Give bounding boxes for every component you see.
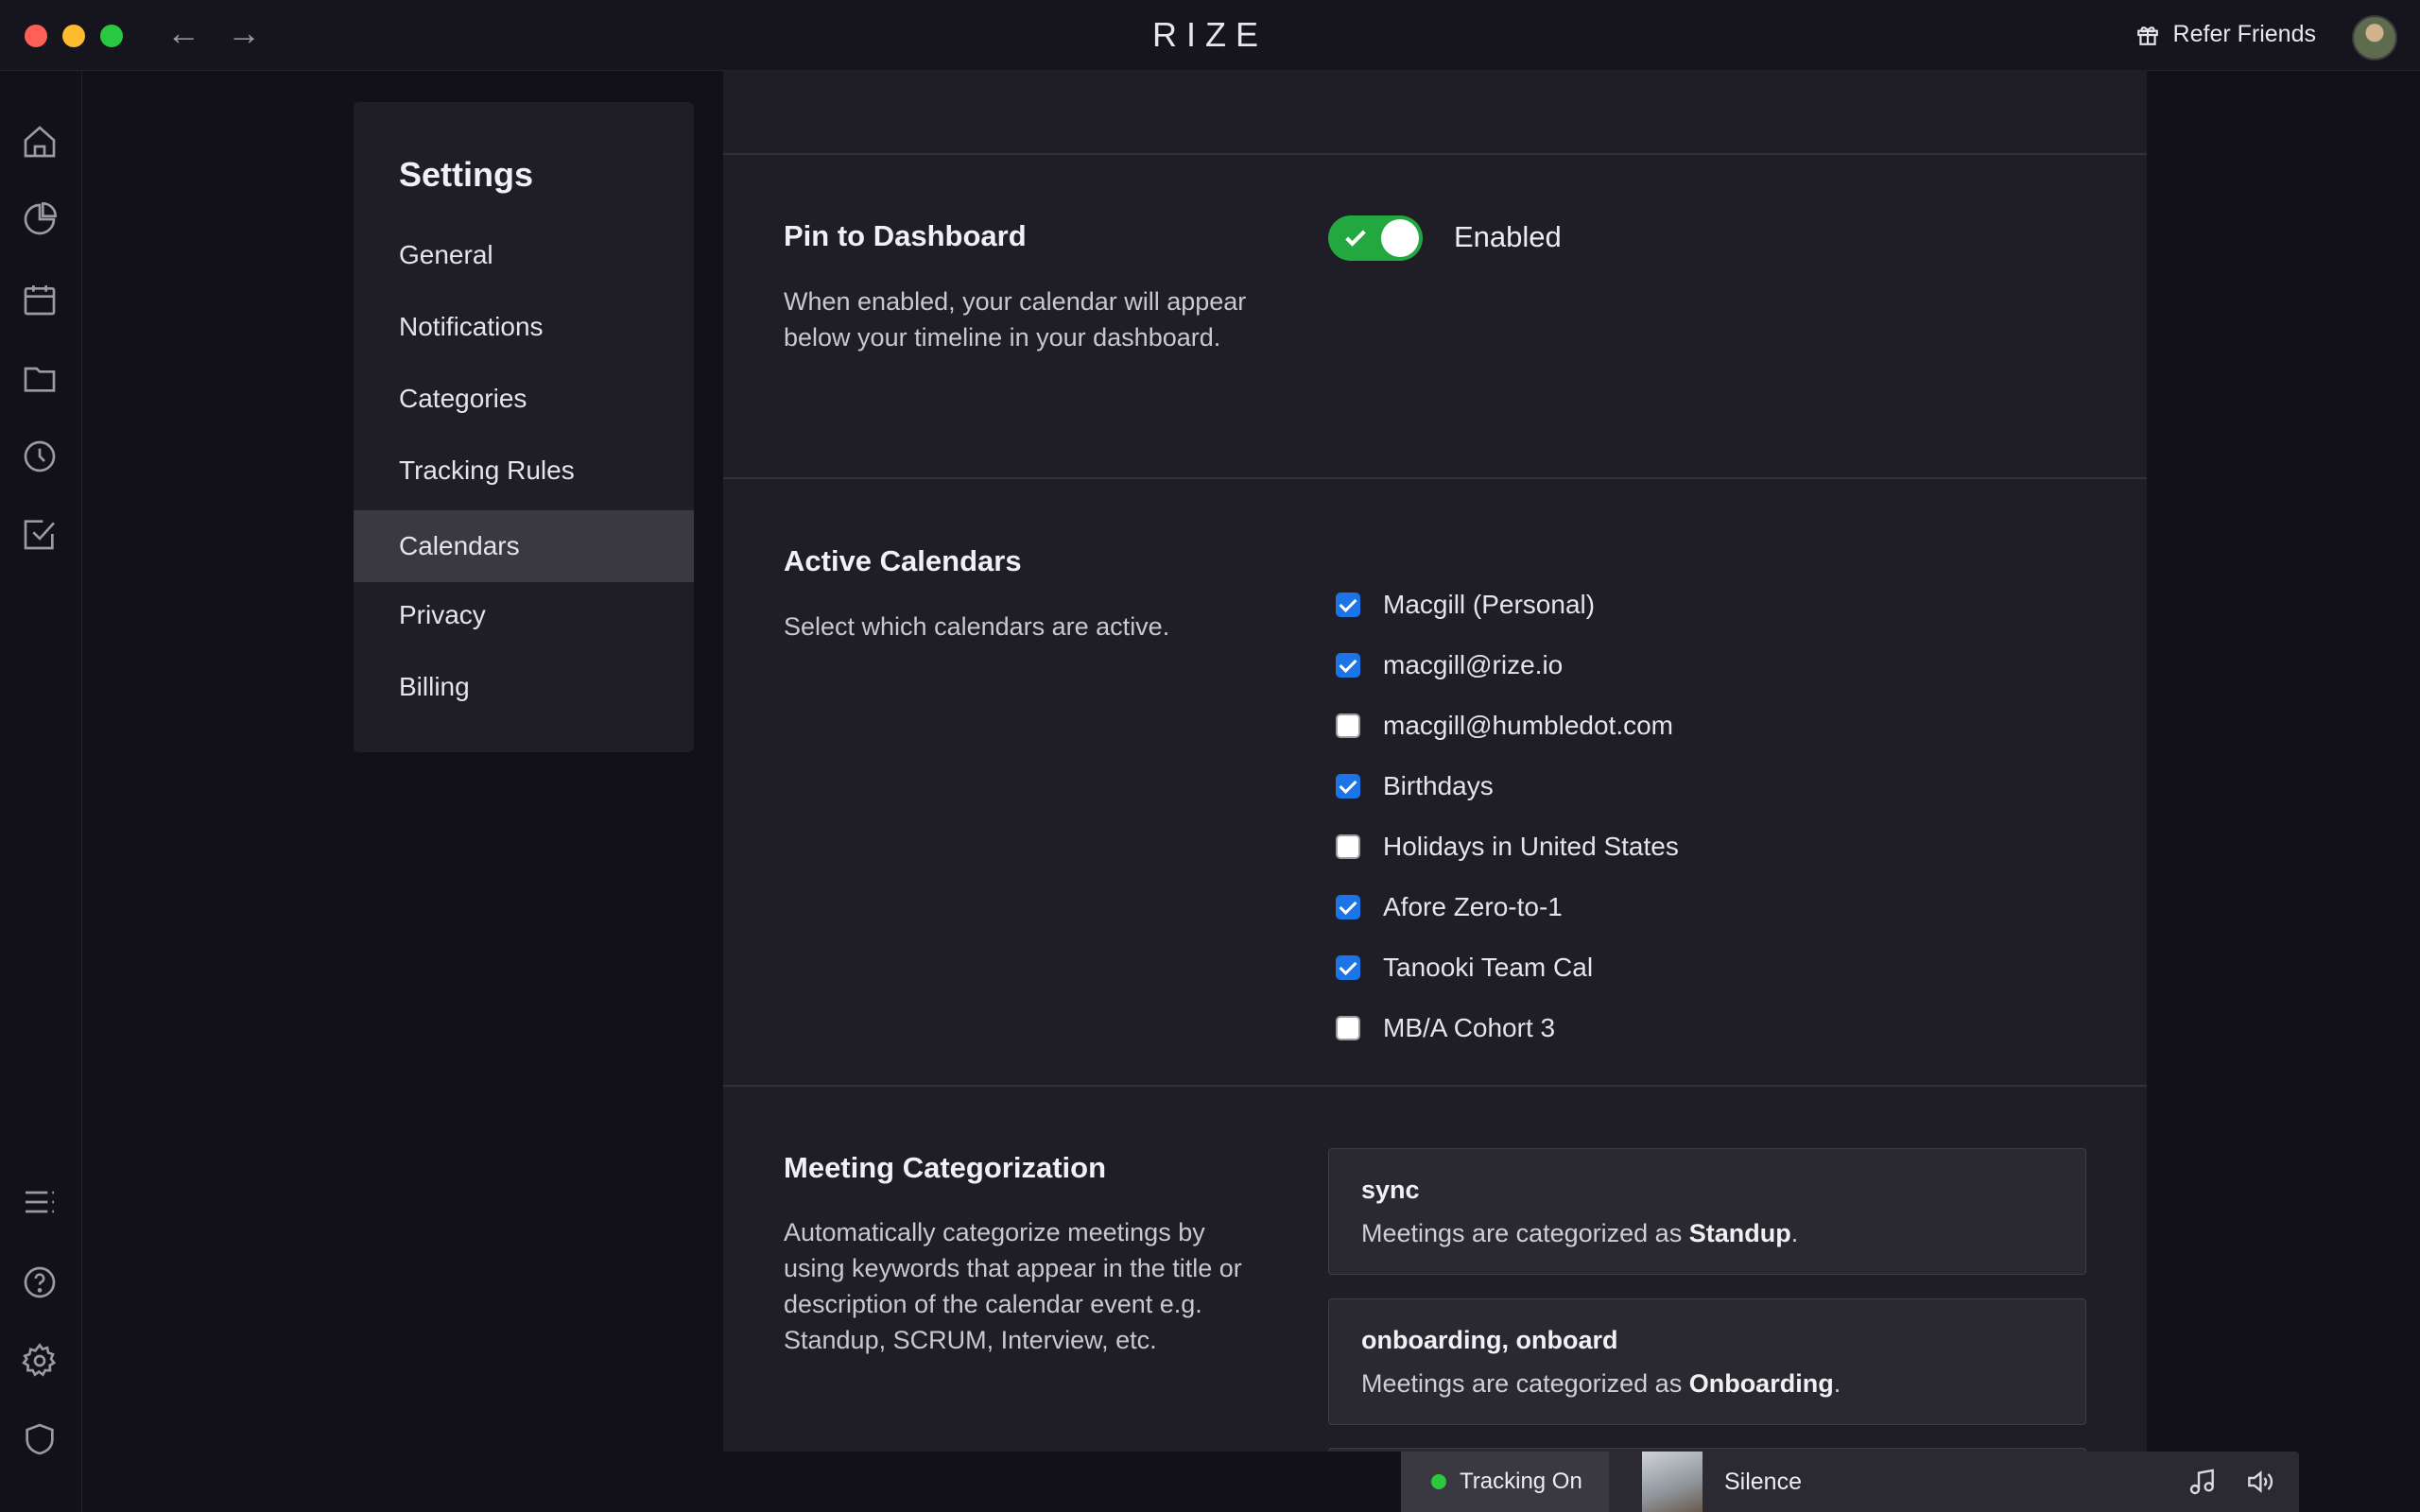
section-divider [723, 1085, 2147, 1087]
refer-friends-label: Refer Friends [2172, 21, 2316, 47]
settings-nav-general[interactable]: General [354, 219, 694, 291]
settings-nav-categories[interactable]: Categories [354, 363, 694, 435]
settings-nav-privacy[interactable]: Privacy [354, 579, 694, 651]
timeline-list-icon[interactable] [21, 1183, 59, 1221]
calendar-settings-panel: Pin to Dashboard When enabled, your cale… [723, 70, 2147, 1452]
settings-title: Settings [399, 155, 534, 194]
pin-to-dashboard-description: When enabled, your calendar will appear … [784, 287, 1247, 352]
tracking-status-button[interactable]: Tracking On [1401, 1452, 1609, 1512]
shield-icon[interactable] [21, 1420, 59, 1458]
music-note-icon[interactable] [2187, 1467, 2218, 1497]
volume-icon[interactable] [2244, 1467, 2274, 1497]
meeting-categorization-description: Automatically categorize meetings by usi… [784, 1218, 1242, 1354]
refer-friends-button[interactable]: Refer Friends [2135, 21, 2316, 48]
pin-to-dashboard-toggle[interactable] [1328, 215, 1423, 261]
reports-pie-icon[interactable] [21, 200, 59, 238]
gear-icon[interactable] [21, 1342, 59, 1380]
avatar[interactable] [2352, 15, 2397, 60]
home-icon[interactable] [21, 123, 59, 161]
calendar-checkbox[interactable] [1336, 713, 1360, 738]
rule-description: Meetings are categorized as Onboarding. [1361, 1369, 1841, 1398]
calendar-label: macgill@humbledot.com [1383, 711, 1673, 740]
calendar-checkbox[interactable] [1336, 1016, 1360, 1040]
rule-keywords: sync [1361, 1176, 1420, 1204]
folder-icon[interactable] [21, 359, 59, 397]
calendar-label: MB/A Cohort 3 [1383, 1013, 1556, 1042]
calendar-label: Birthdays [1383, 771, 1494, 800]
calendar-item[interactable]: Holidays in United States [1336, 828, 1679, 866]
settings-nav-tracking-rules[interactable]: Tracking Rules [354, 435, 694, 507]
track-name: Silence [1724, 1469, 1802, 1495]
rule-category: Onboarding [1688, 1369, 1834, 1398]
tracking-status-dot [1431, 1474, 1446, 1489]
calendar-checkbox[interactable] [1336, 774, 1360, 799]
active-calendars-title: Active Calendars [784, 544, 1022, 577]
settings-nav-billing[interactable]: Billing [354, 651, 694, 723]
section-divider [723, 153, 2147, 155]
calendar-checkbox[interactable] [1336, 653, 1360, 678]
calendar-label: Holidays in United States [1383, 832, 1679, 861]
track-artwork [1642, 1452, 1703, 1512]
app-title: RIZE [1151, 15, 1268, 54]
clock-icon[interactable] [21, 438, 59, 475]
meeting-categorization-title: Meeting Categorization [784, 1151, 1107, 1184]
calendar-label: macgill@rize.io [1383, 650, 1564, 679]
calendar-label: Afore Zero-to-1 [1383, 892, 1563, 921]
calendar-item[interactable]: Tanooki Team Cal [1336, 949, 1593, 987]
calendar-item[interactable]: Macgill (Personal) [1336, 586, 1595, 624]
rule-description: Meetings are categorized as Standup. [1361, 1219, 1799, 1247]
meeting-rule-card[interactable]: sync Meetings are categorized as Standup… [1328, 1148, 2086, 1275]
tracking-player-bar: Tracking On Silence [1401, 1452, 2299, 1512]
help-icon[interactable] [21, 1263, 59, 1301]
calendar-item[interactable]: Afore Zero-to-1 [1336, 888, 1563, 926]
calendar-checkbox[interactable] [1336, 895, 1360, 919]
pin-to-dashboard-title: Pin to Dashboard [784, 219, 1027, 252]
calendar-label: Macgill (Personal) [1383, 590, 1596, 619]
calendar-checkbox[interactable] [1336, 834, 1360, 859]
rule-category: Standup [1688, 1219, 1791, 1247]
calendar-item[interactable]: MB/A Cohort 3 [1336, 1009, 1555, 1047]
rule-keywords: onboarding, onboard [1361, 1326, 1618, 1354]
calendar-icon[interactable] [21, 281, 59, 318]
left-rail [0, 71, 82, 1512]
active-calendars-description: Select which calendars are active. [784, 612, 1170, 641]
toggle-knob [1381, 219, 1419, 257]
calendar-checkbox[interactable] [1336, 955, 1360, 980]
calendar-label: Tanooki Team Cal [1383, 953, 1594, 982]
gift-icon [2136, 26, 2158, 45]
meeting-rule-card[interactable]: onboarding, onboard Meetings are categor… [1328, 1298, 2086, 1425]
calendar-checkbox[interactable] [1336, 593, 1360, 617]
check-icon [1345, 230, 1366, 247]
tracking-status-label: Tracking On [1460, 1469, 1582, 1494]
settings-nav-notifications[interactable]: Notifications [354, 291, 694, 363]
settings-nav: Settings General Notifications Categorie… [354, 102, 694, 752]
calendar-item[interactable]: macgill@humbledot.com [1336, 707, 1673, 745]
pin-toggle-label: Enabled [1454, 220, 1562, 253]
tasks-check-icon[interactable] [21, 515, 59, 553]
settings-nav-calendars[interactable]: Calendars [354, 510, 694, 582]
calendar-item[interactable]: Birthdays [1336, 767, 1494, 805]
section-divider [723, 477, 2147, 479]
title-bar: ← → RIZE Refer Friends [0, 0, 2420, 71]
calendar-item[interactable]: macgill@rize.io [1336, 646, 1563, 684]
